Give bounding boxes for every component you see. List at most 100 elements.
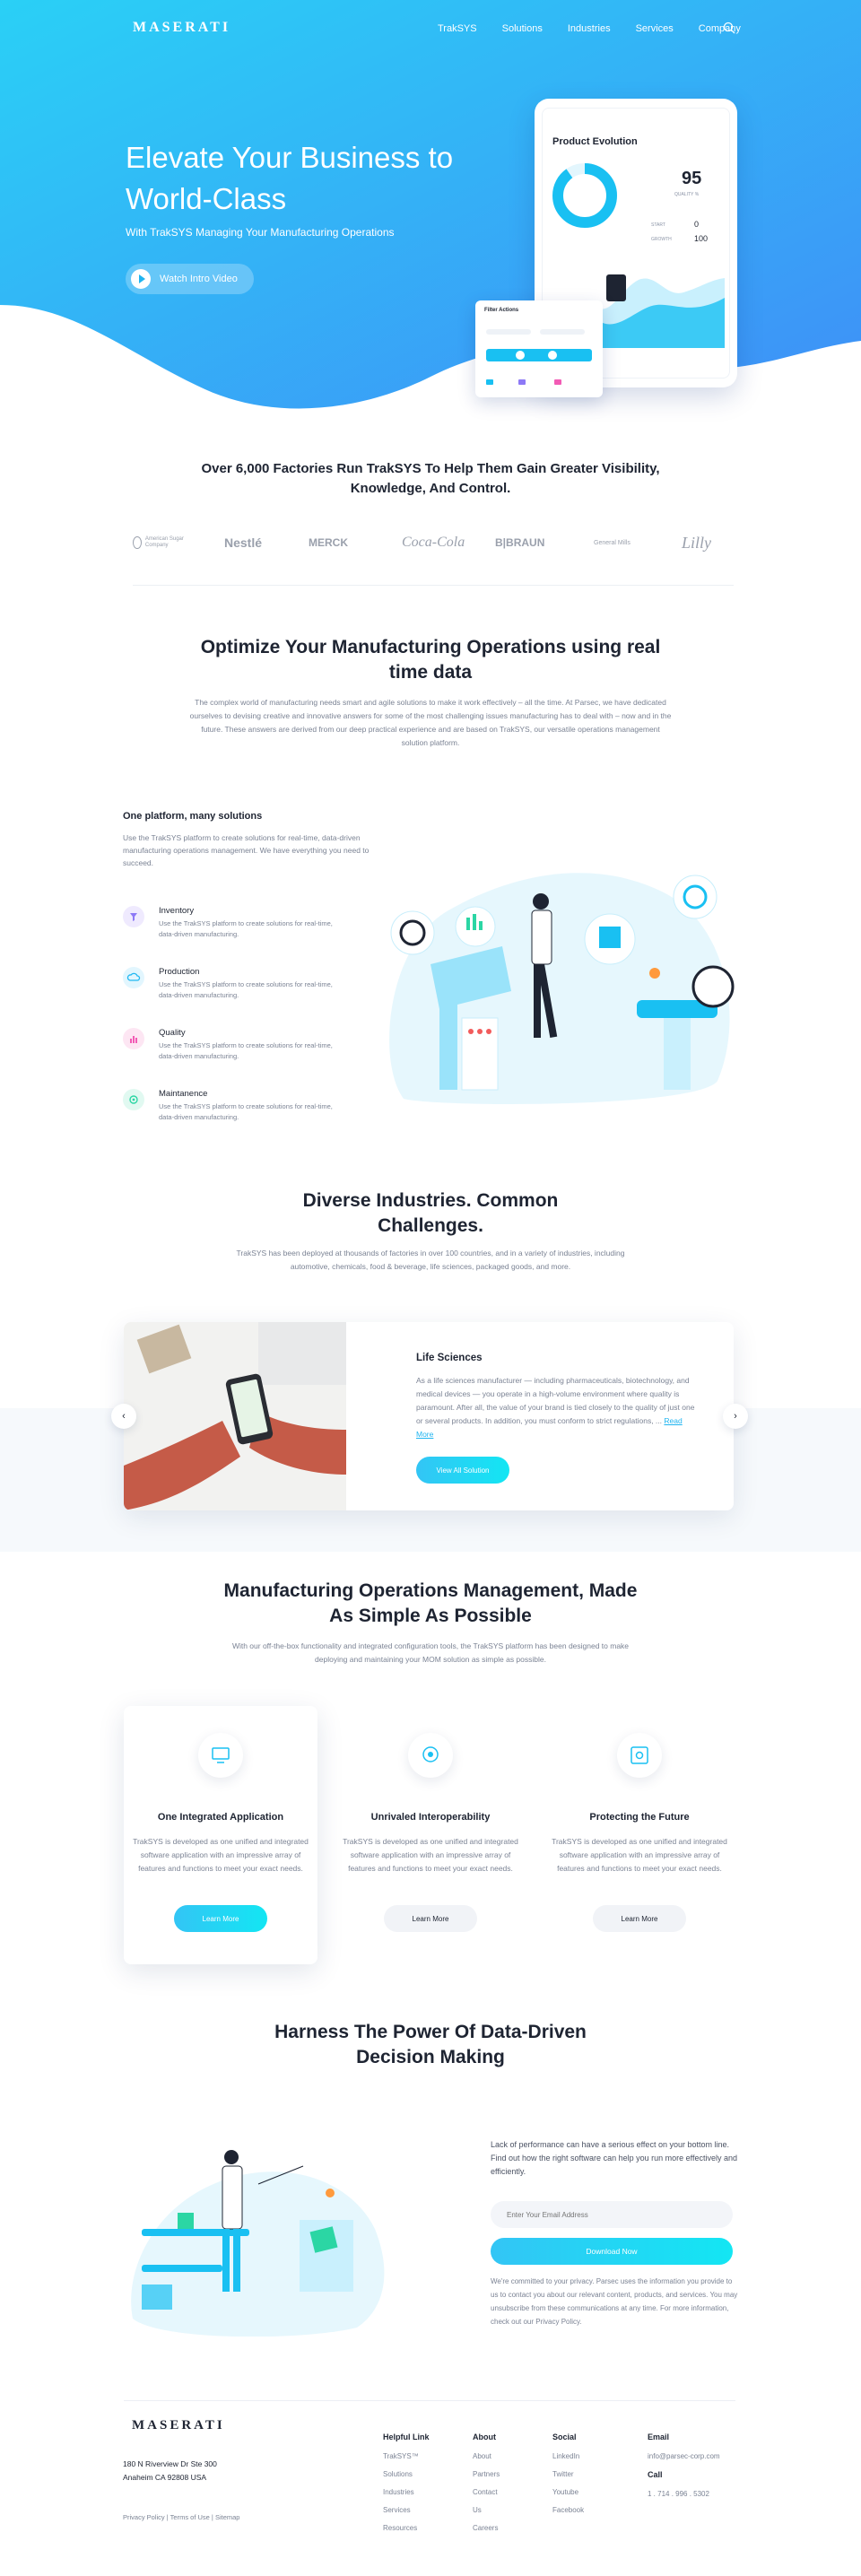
nav-link-services[interactable]: Services (636, 23, 674, 34)
top-nav: MASERATI TrakSYS Solutions Industries Se… (0, 18, 861, 43)
solution-desc: Use the TrakSYS platform to create solut… (159, 919, 333, 938)
address-line-2: Anaheim CA 92808 USA (123, 2473, 207, 2482)
solution-name: Maintanence (159, 1089, 208, 1099)
hero-subtitle: With TrakSYS Managing Your Manufacturing… (126, 226, 395, 239)
footer-email-link[interactable]: info@parsec-corp.com (648, 2452, 720, 2460)
dashboard-row-growth: GROWTH 100 (651, 234, 708, 243)
chevron-left-icon: ‹ (122, 1411, 126, 1422)
platform-body: Use the TrakSYS platform to create solut… (123, 833, 370, 867)
optimize-title: Optimize Your Manufacturing Operations u… (200, 637, 661, 683)
footer-link[interactable]: Solutions (383, 2470, 430, 2478)
footer-link[interactable]: Contact (473, 2488, 500, 2496)
industry-card-text-body: As a life sciences manufacturer — includ… (416, 1376, 695, 1425)
solution-production[interactable]: Production Use the TrakSYS platform to c… (123, 967, 356, 1012)
privacy-notice: We're committed to your privacy. Parsec … (491, 2277, 738, 2326)
view-all-solution-button[interactable]: View All Solution (416, 1457, 509, 1484)
dashboard-row-value: 0 (694, 220, 700, 229)
footer-link[interactable]: TrakSYS™ (383, 2452, 430, 2460)
footer-col-title: About (473, 2432, 496, 2441)
email-field[interactable] (491, 2201, 733, 2228)
footer-col-contact: Email info@parsec-corp.com Call 1 . 714 … (648, 2432, 720, 2508)
footer-link[interactable]: Us (473, 2506, 500, 2514)
carousel-next-button[interactable]: › (723, 1404, 748, 1429)
harness-title: Harness The Power Of Data-Driven Decisio… (274, 2022, 587, 2067)
section-divider (133, 585, 734, 586)
footer-link[interactable]: Industries (383, 2488, 430, 2496)
download-now-button[interactable]: Download Now (491, 2238, 733, 2265)
search-icon[interactable] (723, 22, 735, 34)
footer-link[interactable]: About (473, 2452, 500, 2460)
wrench-icon (123, 1089, 144, 1110)
dashboard-row-label: START (651, 222, 665, 228)
industry-card-text: As a life sciences manufacturer — includ… (416, 1374, 700, 1441)
footer-link[interactable]: Partners (473, 2470, 500, 2478)
solution-desc: Use the TrakSYS platform to create solut… (159, 1041, 333, 1060)
solution-name: Quality (159, 1028, 186, 1038)
feature-name: Unrivaled Interoperability (370, 1812, 491, 1823)
feature-text: TrakSYS is developed as one unified and … (552, 1837, 727, 1873)
footer-col-social: Social LinkedIn Twitter Youtube Facebook (552, 2432, 584, 2524)
mom-body: With our off-the-box functionality and i… (231, 1641, 630, 1664)
solution-desc: Use the TrakSYS platform to create solut… (159, 980, 333, 999)
industry-photo (124, 1322, 346, 1510)
mom-title: Manufacturing Operations Management, Mad… (223, 1580, 638, 1626)
industry-card: Life Sciences As a life sciences manufac… (124, 1322, 734, 1510)
logo-american-sugar: American Sugar Company (133, 525, 187, 561)
chevron-right-icon: › (734, 1411, 737, 1422)
interoperability-icon (408, 1733, 453, 1778)
footer-link-facebook[interactable]: Facebook (552, 2506, 584, 2514)
chart-icon (123, 1028, 144, 1049)
solution-quality[interactable]: Quality Use the TrakSYS platform to crea… (123, 1028, 356, 1073)
decision-making-illustration (131, 2150, 385, 2337)
hero-section: MASERATI TrakSYS Solutions Industries Se… (0, 0, 861, 422)
solution-name: Production (159, 967, 200, 977)
nav-link-solutions[interactable]: Solutions (502, 23, 543, 34)
filter-actions-card: Filter Actions (475, 300, 603, 397)
dashboard-score-label: QUALITY % (674, 192, 700, 197)
footer-col-about: About About Partners Contact Us Careers (473, 2432, 500, 2542)
industries-title: Diverse Industries. Common Challenges. (302, 1190, 559, 1236)
dashboard-donut-chart (552, 163, 617, 228)
solution-desc: Use the TrakSYS platform to create solut… (159, 1102, 333, 1121)
footer-address: 180 N Riverview Dr Ste 300 Anaheim CA 92… (123, 2458, 217, 2485)
footer-link-youtube[interactable]: Youtube (552, 2488, 584, 2496)
carousel-prev-button[interactable]: ‹ (111, 1404, 136, 1429)
learn-more-button[interactable]: Learn More (384, 1905, 477, 1932)
industries-body: TrakSYS has been deployed at thousands o… (236, 1249, 625, 1271)
footer-link-linkedin[interactable]: LinkedIn (552, 2452, 584, 2460)
dashboard-row-label: GROWTH (651, 237, 672, 242)
footer-phone-link[interactable]: 1 . 714 . 996 . 5302 (648, 2490, 720, 2498)
dashboard-row-value: 100 (694, 234, 709, 243)
feature-text: TrakSYS is developed as one unified and … (133, 1837, 309, 1873)
logo-general-mills: General Mills (594, 539, 631, 546)
footer-divider (124, 2400, 735, 2401)
learn-more-button[interactable]: Learn More (174, 1905, 267, 1932)
solution-name: Inventory (159, 906, 195, 916)
nav-links: TrakSYS Solutions Industries Services Co… (438, 23, 766, 34)
industry-card-title: Life Sciences (416, 1353, 483, 1363)
solution-inventory[interactable]: Inventory Use the TrakSYS platform to cr… (123, 906, 356, 951)
watch-intro-video-button[interactable]: Watch Intro Video (126, 264, 254, 294)
harness-text: Lack of performance can have a serious e… (491, 2140, 737, 2176)
nav-link-industries[interactable]: Industries (568, 23, 611, 34)
filter-actions-title: Filter Actions (484, 308, 519, 313)
nav-link-traksys[interactable]: TrakSYS (438, 23, 477, 34)
solution-maintanence[interactable]: Maintanence Use the TrakSYS platform to … (123, 1089, 356, 1134)
brand-logo[interactable]: MASERATI (133, 20, 230, 36)
footer-link[interactable]: Services (383, 2506, 430, 2514)
footer-logo[interactable]: MASERATI (132, 2418, 225, 2433)
footer-link[interactable]: Careers (473, 2524, 500, 2532)
watch-intro-video-label: Watch Intro Video (160, 274, 238, 284)
safe-lock-icon (617, 1733, 662, 1778)
footer-policy-links[interactable]: Privacy Policy | Terms of Use | Sitemap (123, 2513, 239, 2521)
footer-link-twitter[interactable]: Twitter (552, 2470, 584, 2478)
learn-more-button[interactable]: Learn More (593, 1905, 686, 1932)
feature-text: TrakSYS is developed as one unified and … (343, 1837, 518, 1873)
footer-col-helpful: Helpful Link TrakSYS™ Solutions Industri… (383, 2432, 430, 2542)
logo-lilly: Lilly (682, 533, 712, 552)
logo-coca-cola: Coca-Cola (402, 535, 465, 550)
monitor-icon (198, 1733, 243, 1778)
footer-link[interactable]: Resources (383, 2524, 430, 2532)
trust-title: Over 6,000 Factories Run TrakSYS To Help… (201, 461, 660, 496)
optimize-body: The complex world of manufacturing needs… (189, 698, 672, 747)
